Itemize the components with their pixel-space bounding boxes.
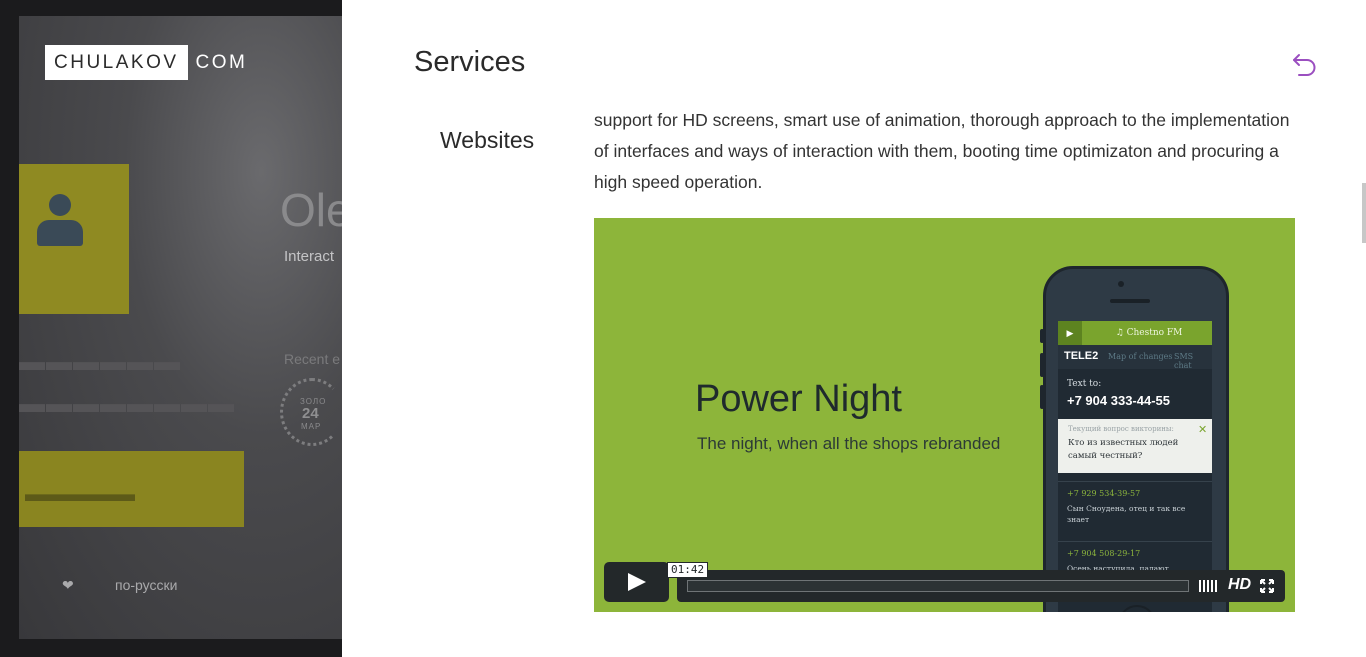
phone-text-to: Text to: — [1067, 379, 1102, 389]
person-icon — [37, 194, 83, 254]
site-logo[interactable]: CHULAKOV COM — [45, 45, 247, 80]
video-controls-bar: HD — [677, 570, 1285, 602]
phone-mockup: ▶ ♫ Chestno FM TELE2 Map of changes SMS … — [1040, 266, 1229, 612]
profile-role: Interact — [284, 248, 335, 265]
logo-boxed-text: CHULAKOV — [45, 45, 188, 80]
phone-number: +7 904 333-44-55 — [1067, 393, 1171, 408]
video-subtitle: The night, when all the shops rebranded — [697, 434, 1001, 453]
background-yellow-button: ▬▬▬▬▬ — [19, 451, 244, 527]
phone-quiz-label: Текущий вопрос викторины: — [1068, 425, 1174, 433]
background-page: ▬▬▬▬▬▬ ▬▬▬▬▬▬▬▬ ▬▬▬▬▬ — [19, 16, 342, 639]
award-laurel-icon: ЗОЛО 24 МАР — [280, 378, 346, 448]
award-number: 24 — [302, 405, 319, 422]
volume-icon[interactable] — [1199, 580, 1221, 592]
undo-arrow-icon[interactable] — [1290, 48, 1320, 78]
video-player[interactable]: Power Night The night, when all the shop… — [594, 218, 1295, 612]
phone-quiz-question: Кто из известных людей самый честный? — [1068, 438, 1179, 461]
profile-name: Ole — [280, 184, 352, 236]
close-icon: ✕ — [1198, 424, 1208, 436]
fullscreen-icon[interactable] — [1260, 579, 1274, 593]
award-bottom-text: МАР — [301, 422, 322, 431]
phone-brand: TELE2 — [1064, 350, 1099, 362]
hd-toggle[interactable]: HD — [1228, 576, 1251, 594]
video-time-tooltip: 01:42 — [667, 562, 709, 578]
video-play-button[interactable] — [604, 562, 669, 602]
phone-quiz-card: Текущий вопрос викторины: Кто из известн… — [1058, 419, 1212, 473]
phone-play-icon: ▶ — [1058, 321, 1082, 345]
language-link[interactable]: по-русски — [115, 577, 177, 593]
recent-events-label: Recent e — [284, 351, 341, 367]
description-text: support for HD screens, smart use of ani… — [594, 113, 1290, 192]
page-scrollbar[interactable] — [1362, 183, 1366, 243]
section-label-websites: Websites — [440, 127, 535, 153]
phone-tab-sms: SMS chat — [1174, 352, 1194, 370]
heart-icon[interactable]: ❤ — [62, 577, 74, 594]
phone-tab-map: Map of changes — [1108, 352, 1173, 361]
background-card — [19, 164, 129, 314]
play-icon — [628, 573, 646, 591]
background-blurred-text: ▬▬▬▬▬▬▬▬ — [19, 388, 235, 418]
phone-message-text: Сын Сноудена, отец и так все знает — [1067, 504, 1186, 524]
phone-message-number: +7 929 534-39-57 — [1067, 489, 1141, 498]
panel-title: Services — [414, 46, 526, 78]
phone-track-name: ♫ Chestno FM — [1115, 328, 1183, 338]
logo-rest-text: COM — [195, 51, 248, 73]
phone-screen: ▶ ♫ Chestno FM TELE2 Map of changes SMS … — [1058, 321, 1212, 612]
video-progress-bar[interactable] — [687, 580, 1189, 592]
background-blurred-text: ▬▬▬▬▬▬ — [19, 346, 181, 376]
phone-message-number: +7 904 508-29-17 — [1067, 549, 1141, 558]
description-clip: support for HD screens, smart use of ani… — [594, 113, 1314, 203]
video-title: Power Night — [695, 378, 902, 420]
services-panel: Services Websites support for HD screens… — [342, 0, 1366, 657]
